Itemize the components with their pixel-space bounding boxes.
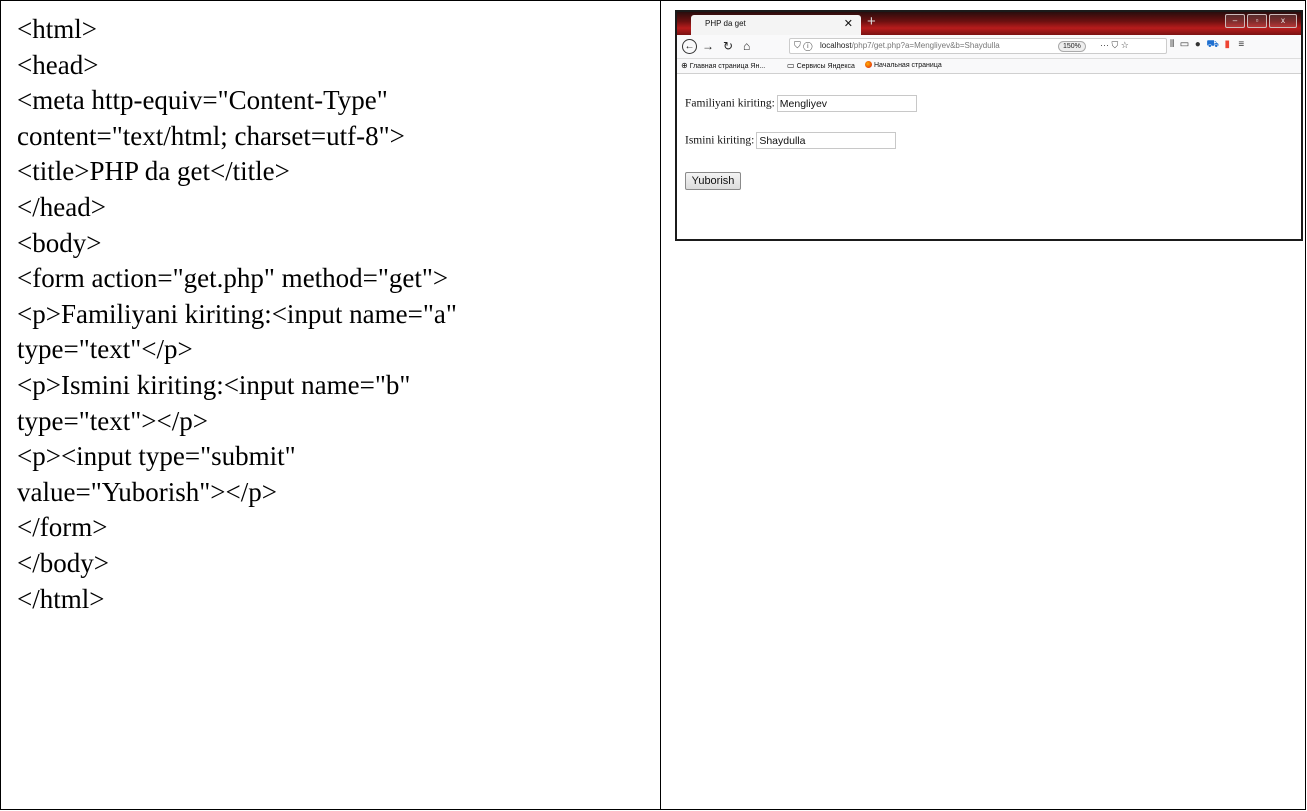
ism-label: Ismini kiriting:: [685, 134, 755, 147]
plus-icon[interactable]: +: [867, 13, 876, 31]
close-window-icon[interactable]: x: [1269, 14, 1297, 28]
bookmark-label: Главная страница Ян...: [689, 63, 766, 70]
more-icon[interactable]: ···: [1100, 40, 1109, 50]
code-line: </body>: [17, 547, 109, 578]
code-line: </html>: [17, 583, 105, 614]
account-icon[interactable]: ●: [1195, 39, 1201, 50]
familiya-row: Familiyani kiriting: Mengliyev: [685, 95, 917, 112]
reload-icon[interactable]: ↻: [723, 39, 733, 53]
menu-icon[interactable]: ≡: [1238, 39, 1244, 50]
pocket-icon[interactable]: ⛉: [1112, 40, 1119, 50]
shield-info-icon[interactable]: ⛉ ⓘ: [794, 40, 812, 51]
firefox-icon: [865, 61, 872, 68]
code-line: content="text/html; charset=utf-8">: [17, 120, 405, 151]
code-line: <html>: [17, 14, 97, 44]
ism-row: Ismini kiriting: Shaydulla: [685, 132, 897, 149]
address-bar[interactable]: ⛉ ⓘ localhost/php7/get.php?a=Mengliyev&b…: [789, 38, 1167, 54]
browser-navbar: ← → ↻ ⌂ ⛉ ⓘ localhost/php7/get.php?a=Men…: [677, 35, 1301, 59]
page-actions: ··· ⛉ ☆: [1100, 40, 1129, 51]
forward-arrow-icon[interactable]: →: [702, 39, 714, 53]
maximize-icon[interactable]: ▫: [1247, 14, 1267, 28]
bookmark-item[interactable]: ⊕ Главная страница Ян...: [681, 61, 765, 70]
sidebar-icon[interactable]: ▭: [1180, 39, 1189, 50]
code-line: <body>: [17, 227, 102, 258]
bookmark-item[interactable]: ▭ Сервисы Яндекса: [787, 61, 855, 70]
flag-icon[interactable]: ▮: [1225, 39, 1231, 50]
table-column-divider: [660, 0, 661, 810]
code-line: </form>: [17, 512, 108, 543]
zoom-badge[interactable]: 150%: [1058, 41, 1086, 52]
minimize-icon[interactable]: –: [1225, 14, 1245, 28]
bookmark-label: Начальная страница: [874, 62, 942, 69]
code-line: <p>Ismini kiriting:<input name="b": [17, 369, 411, 400]
browser-screenshot: PHP da get ✕ + – ▫ x ← → ↻ ⌂ ⛉ ⓘ localho…: [675, 10, 1303, 241]
close-icon[interactable]: ✕: [844, 17, 853, 30]
folder-icon: ▭: [787, 61, 795, 70]
code-line: <head>: [17, 49, 99, 80]
code-line: <meta http-equiv="Content-Type": [17, 85, 388, 116]
tab-title: PHP da get: [705, 19, 746, 28]
back-arrow-icon[interactable]: ←: [682, 39, 697, 54]
library-icon[interactable]: ⫴: [1170, 39, 1174, 50]
code-line: type="text"</p>: [17, 334, 193, 365]
home-icon[interactable]: ⌂: [743, 39, 750, 53]
url-text[interactable]: localhost/php7/get.php?a=Mengliyev&b=Sha…: [820, 41, 1000, 50]
code-listing: <html> <head> <meta http-equiv="Content-…: [17, 12, 657, 617]
url-path: /php7/get.php?a=Mengliyev&b=Shaydulla: [851, 41, 1000, 50]
globe-icon: ⊕: [681, 61, 688, 70]
code-line: type="text"></p>: [17, 405, 208, 436]
bookmark-item[interactable]: Начальная страница: [865, 61, 942, 69]
submit-button[interactable]: Yuborish: [685, 172, 741, 190]
code-line: <p><input type="submit": [17, 441, 296, 472]
bookmark-label: Сервисы Яндекса: [796, 63, 855, 70]
code-line: </head>: [17, 191, 106, 222]
cart-icon[interactable]: ⛟: [1206, 39, 1219, 50]
browser-tab[interactable]: PHP da get ✕: [691, 15, 861, 35]
toolbar-right-icons: ⫴ ▭ ● ⛟ ▮ ≡: [1170, 39, 1244, 52]
code-line: value="Yuborish"></p>: [17, 476, 277, 507]
familiya-input[interactable]: Mengliyev: [776, 95, 917, 112]
star-icon[interactable]: ☆: [1121, 40, 1129, 50]
url-host: localhost: [820, 41, 852, 50]
code-line: <form action="get.php" method="get">: [17, 263, 449, 294]
page-content: Familiyani kiriting: Mengliyev Ismini kir…: [677, 74, 1301, 239]
code-line: <title>PHP da get</title>: [17, 156, 290, 187]
familiya-label: Familiyani kiriting:: [685, 97, 775, 110]
bookmarks-bar: ⊕ Главная страница Ян... ▭ Сервисы Яндекса…: [677, 59, 1301, 74]
window-controls: – ▫ x: [1225, 14, 1297, 28]
browser-titlebar: PHP da get ✕ + – ▫ x: [677, 12, 1301, 35]
ism-input[interactable]: Shaydulla: [756, 132, 897, 149]
code-line: <p>Familiyani kiriting:<input name="a": [17, 298, 457, 329]
